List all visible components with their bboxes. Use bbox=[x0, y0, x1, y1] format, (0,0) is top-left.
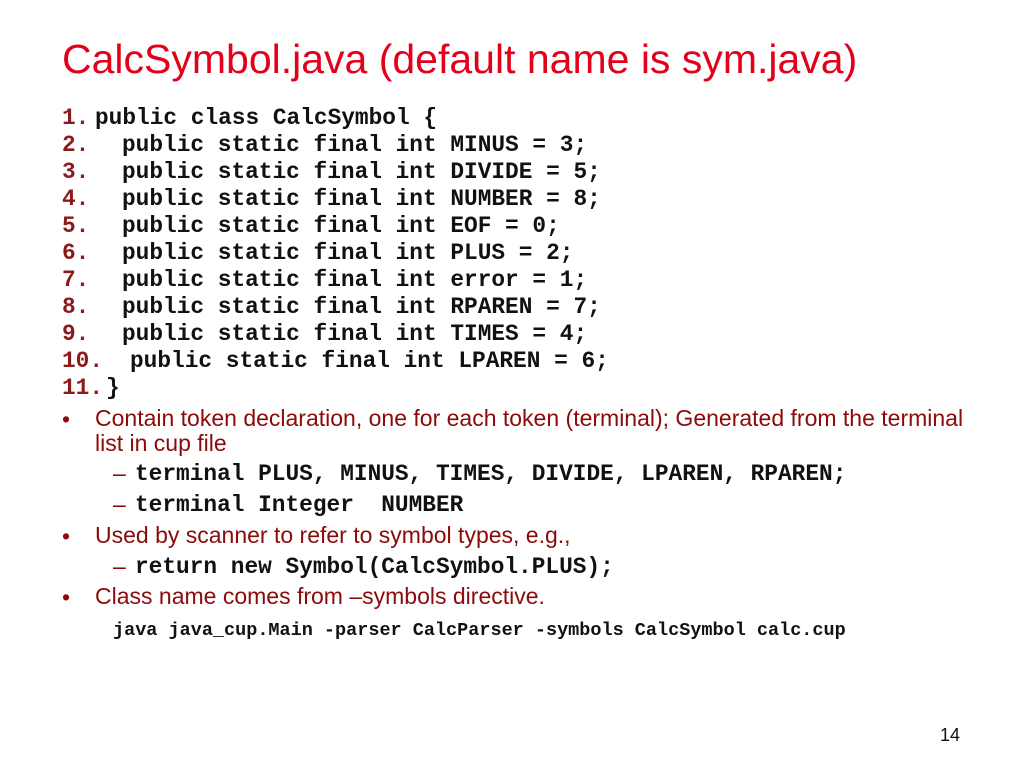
sub-bullet-dash: – bbox=[113, 460, 126, 486]
code-line: public static final int DIVIDE = 5; bbox=[122, 159, 601, 185]
code-line: public static final int error = 1; bbox=[122, 267, 588, 293]
page-number: 14 bbox=[940, 725, 961, 745]
code-line: public static final int NUMBER = 8; bbox=[122, 186, 601, 212]
line-number: 11. bbox=[62, 375, 104, 401]
bullet-marker: • bbox=[62, 406, 71, 432]
bullet-text: Class name comes from –symbols directive… bbox=[95, 583, 545, 609]
sub-bullet-dash: – bbox=[113, 491, 126, 517]
bullet-text: Used by scanner to refer to symbol types… bbox=[95, 522, 571, 548]
code-line: public static final int PLUS = 2; bbox=[122, 240, 574, 266]
code-line: public static final int TIMES = 4; bbox=[122, 321, 588, 347]
sub-bullet-code: terminal Integer NUMBER bbox=[135, 492, 464, 518]
line-number: 6. bbox=[62, 240, 90, 266]
bullet-marker: • bbox=[62, 523, 71, 549]
slide: CalcSymbol.java (default name is sym.jav… bbox=[0, 0, 1024, 768]
line-number: 4. bbox=[62, 186, 90, 212]
slide-title: CalcSymbol.java (default name is sym.jav… bbox=[62, 36, 858, 82]
line-number: 8. bbox=[62, 294, 90, 320]
bullet-text: Contain token declaration, one for each … bbox=[95, 405, 964, 456]
sub-bullet-dash: – bbox=[113, 553, 126, 579]
command-line: java java_cup.Main -parser CalcParser -s… bbox=[113, 620, 846, 641]
code-line: public static final int LPAREN = 6; bbox=[130, 348, 609, 374]
code-line: } bbox=[106, 375, 120, 401]
line-number: 2. bbox=[62, 132, 90, 158]
code-line: public static final int EOF = 0; bbox=[122, 213, 560, 239]
code-line: public static final int MINUS = 3; bbox=[122, 132, 588, 158]
bullet-marker: • bbox=[62, 584, 71, 610]
line-number: 10. bbox=[62, 348, 104, 374]
code-line: public class CalcSymbol { bbox=[95, 105, 438, 131]
sub-bullet-code: return new Symbol(CalcSymbol.PLUS); bbox=[135, 554, 614, 580]
line-number: 3. bbox=[62, 159, 90, 185]
line-number: 5. bbox=[62, 213, 90, 239]
sub-bullet-code: terminal PLUS, MINUS, TIMES, DIVIDE, LPA… bbox=[135, 461, 847, 487]
code-line: public static final int RPAREN = 7; bbox=[122, 294, 601, 320]
line-number: 7. bbox=[62, 267, 90, 293]
line-number: 1. bbox=[62, 105, 90, 131]
line-number: 9. bbox=[62, 321, 90, 347]
